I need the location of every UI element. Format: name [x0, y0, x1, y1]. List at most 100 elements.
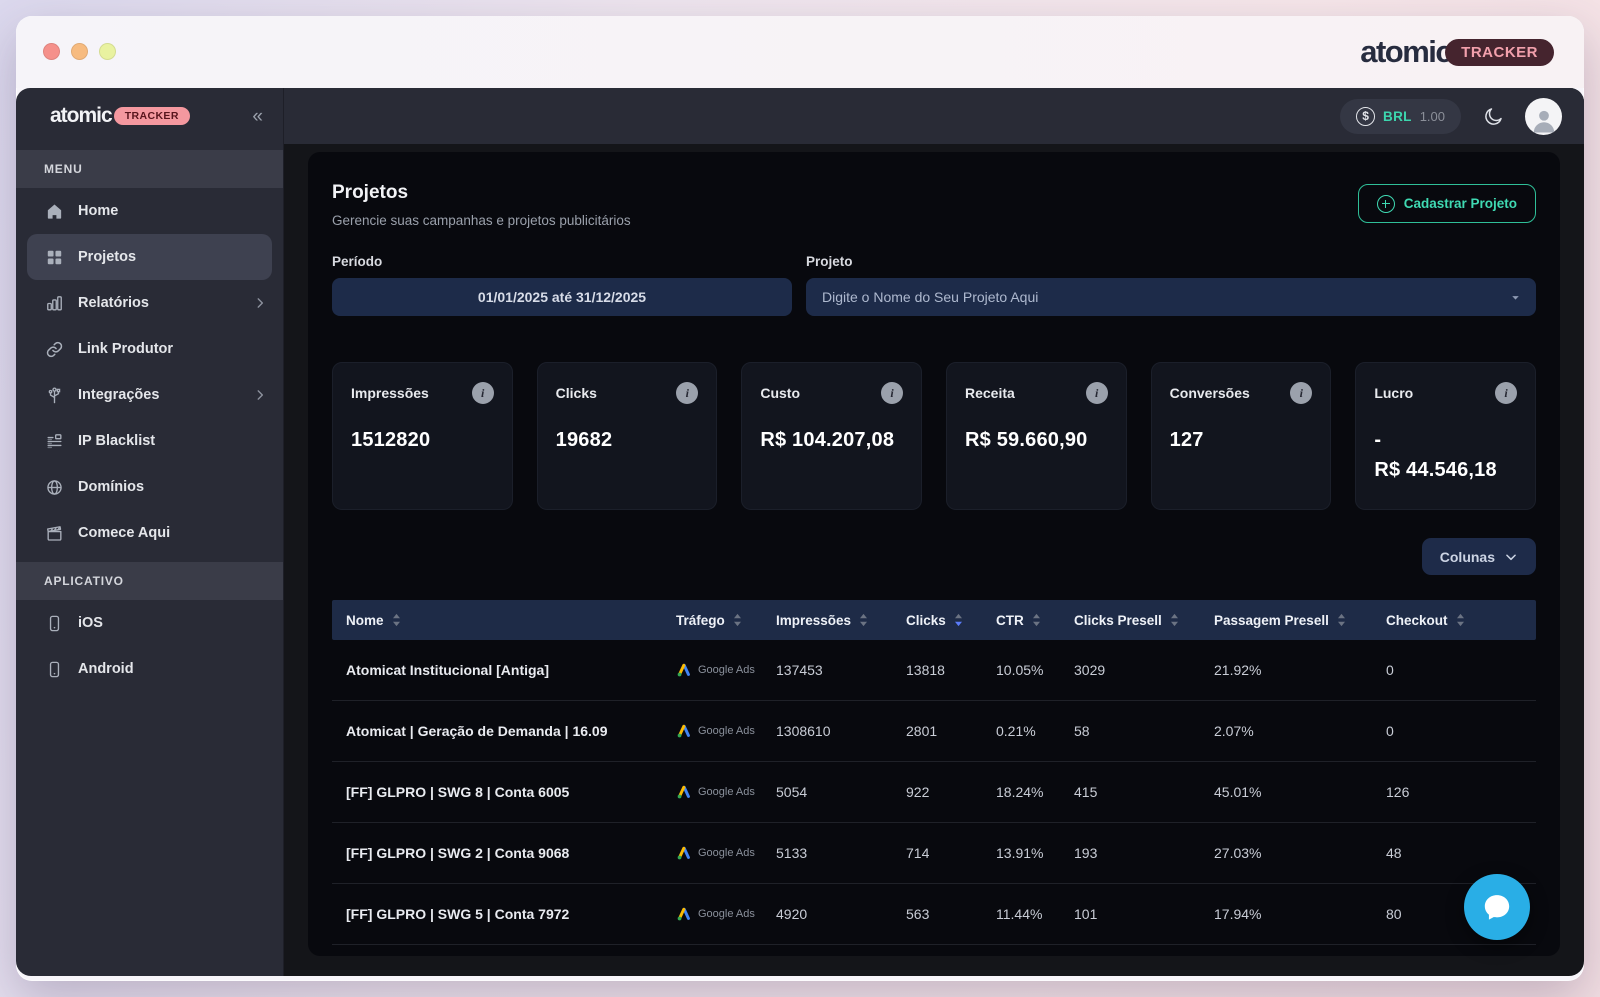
cell-impressoes: 5054 [776, 784, 906, 800]
column-header-clicks[interactable]: Clicks [906, 613, 996, 628]
sort-icon[interactable] [733, 613, 742, 627]
cell-impressoes: 5133 [776, 845, 906, 861]
cell-clicks: 563 [906, 906, 996, 922]
cell-trafego: Google Ads [676, 662, 776, 678]
chat-bubble-icon [1480, 890, 1514, 924]
sort-icon[interactable] [1170, 613, 1179, 627]
table-row[interactable]: [FF] GLPRO | SWG 2 | Conta 9068 Google A… [332, 823, 1536, 884]
info-icon[interactable]: i [881, 382, 903, 404]
column-header-clicks-presell[interactable]: Clicks Presell [1074, 613, 1214, 628]
home-icon [44, 201, 64, 221]
sort-icon[interactable] [1032, 613, 1041, 627]
table-row[interactable]: [FF] GLPRO | SWG 8 | Conta 6005 Google A… [332, 762, 1536, 823]
column-header-nome[interactable]: Nome [332, 613, 676, 628]
stat-label: Custo [760, 385, 800, 401]
info-icon[interactable]: i [676, 382, 698, 404]
sort-icon[interactable] [1456, 613, 1465, 627]
link-icon [44, 339, 64, 359]
page-title-block: Projetos Gerencie suas campanhas e proje… [332, 176, 631, 228]
close-window-button[interactable] [43, 43, 60, 60]
cell-trafego: Google Ads [676, 723, 776, 739]
chat-widget-button[interactable] [1464, 874, 1530, 940]
stats-cards: Impressões i 1512820 Clicks i 19682 [332, 362, 1536, 510]
sidebar-item-link-produtor[interactable]: Link Produtor [16, 326, 283, 372]
period-date-range-input[interactable]: 01/01/2025 até 31/12/2025 [332, 278, 792, 316]
theme-toggle-button[interactable] [1474, 97, 1512, 135]
table-row[interactable]: [FF] GLPRO | SWG 5 | Conta 7972 Google A… [332, 884, 1536, 945]
sidebar-item-dominios[interactable]: Domínios [16, 464, 283, 510]
sidebar-item-integracoes[interactable]: Integrações [16, 372, 283, 418]
project-filter: Projeto Digite o Nome do Seu Projeto Aqu… [806, 254, 1536, 316]
cell-passagem-presell: 2.07% [1214, 723, 1386, 739]
chevron-right-icon [253, 296, 267, 310]
cell-clicks-presell: 193 [1074, 845, 1214, 861]
sidebar-item-ios[interactable]: iOS [16, 600, 283, 646]
sidebar-item-projetos[interactable]: Projetos [27, 234, 272, 280]
currency-rate: 1.00 [1420, 109, 1445, 124]
cell-clicks-presell: 58 [1074, 723, 1214, 739]
sidebar-item-android[interactable]: Android [16, 646, 283, 692]
period-value: 01/01/2025 até 31/12/2025 [478, 289, 646, 305]
sidebar-item-comece-aqui[interactable]: Comece Aqui [16, 510, 283, 556]
project-select-placeholder: Digite o Nome do Seu Projeto Aqui [822, 289, 1038, 305]
sidebar-item-relatorios[interactable]: Relatórios [16, 280, 283, 326]
brand-wordmark: atomic [50, 104, 112, 128]
sidebar-item-label: Link Produtor [78, 341, 173, 357]
plus-circle-icon [1377, 195, 1395, 213]
column-label: Tráfego [676, 613, 725, 628]
sort-icon[interactable] [954, 613, 963, 627]
column-header-ctr[interactable]: CTR [996, 613, 1074, 628]
sort-icon[interactable] [1337, 613, 1346, 627]
content-frame: Projetos Gerencie suas campanhas e proje… [284, 144, 1584, 976]
sidebar-item-label: Integrações [78, 387, 159, 403]
info-icon[interactable]: i [472, 382, 494, 404]
projects-table: Nome Tráfego Impressões [332, 600, 1536, 945]
stat-value: 19682 [556, 425, 699, 455]
google-ads-icon [676, 845, 692, 861]
app-window: atomic TRACKER atomic TRACKER « MENU Hom… [16, 16, 1584, 981]
sort-icon[interactable] [392, 613, 401, 627]
sidebar-item-label: Relatórios [78, 295, 149, 311]
currency-selector[interactable]: $ BRL 1.00 [1340, 99, 1461, 134]
sidebar-item-ip-blacklist[interactable]: IP Blacklist [16, 418, 283, 464]
currency-code: BRL [1383, 109, 1412, 124]
sidebar-item-label: Projetos [78, 249, 136, 265]
moon-icon [1483, 106, 1504, 127]
page-subtitle: Gerencie suas campanhas e projetos publi… [332, 213, 631, 228]
cell-checkout: 0 [1386, 723, 1536, 739]
columns-button[interactable]: Colunas [1422, 538, 1536, 575]
maximize-window-button[interactable] [99, 43, 116, 60]
window-titlebar: atomic TRACKER [16, 16, 1584, 88]
info-icon[interactable]: i [1086, 382, 1108, 404]
cell-passagem-presell: 17.94% [1214, 906, 1386, 922]
table-row[interactable]: Atomicat Institucional [Antiga] Google A… [332, 640, 1536, 701]
info-icon[interactable]: i [1495, 382, 1517, 404]
project-select[interactable]: Digite o Nome do Seu Projeto Aqui [806, 278, 1536, 316]
cell-nome: [FF] GLPRO | SWG 2 | Conta 9068 [332, 845, 676, 861]
column-header-checkout[interactable]: Checkout [1386, 613, 1536, 628]
cell-nome: Atomicat Institucional [Antiga] [332, 662, 676, 678]
traffic-source-label: Google Ads [698, 786, 755, 798]
stat-card-custo: Custo i R$ 104.207,08 [741, 362, 922, 510]
project-label: Projeto [806, 254, 1536, 269]
sidebar-section-menu: MENU [16, 150, 283, 188]
column-header-trafego[interactable]: Tráfego [676, 613, 776, 628]
sidebar-item-label: iOS [78, 615, 103, 631]
user-avatar[interactable] [1525, 98, 1562, 135]
table-row[interactable]: Atomicat | Geração de Demanda | 16.09 Go… [332, 701, 1536, 762]
list-icon [44, 431, 64, 451]
minimize-window-button[interactable] [71, 43, 88, 60]
column-header-impressoes[interactable]: Impressões [776, 613, 906, 628]
globe-icon [44, 477, 64, 497]
sidebar-item-home[interactable]: Home [16, 188, 283, 234]
cell-impressoes: 137453 [776, 662, 906, 678]
sort-icon[interactable] [859, 613, 868, 627]
column-header-passagem-presell[interactable]: Passagem Presell [1214, 613, 1386, 628]
table-header-row: Nome Tráfego Impressões [332, 600, 1536, 640]
cell-checkout: 0 [1386, 662, 1536, 678]
register-project-button[interactable]: Cadastrar Projeto [1358, 184, 1536, 223]
sidebar-collapse-icon[interactable]: « [252, 107, 263, 126]
google-ads-icon [676, 906, 692, 922]
stat-card-receita: Receita i R$ 59.660,90 [946, 362, 1127, 510]
info-icon[interactable]: i [1290, 382, 1312, 404]
